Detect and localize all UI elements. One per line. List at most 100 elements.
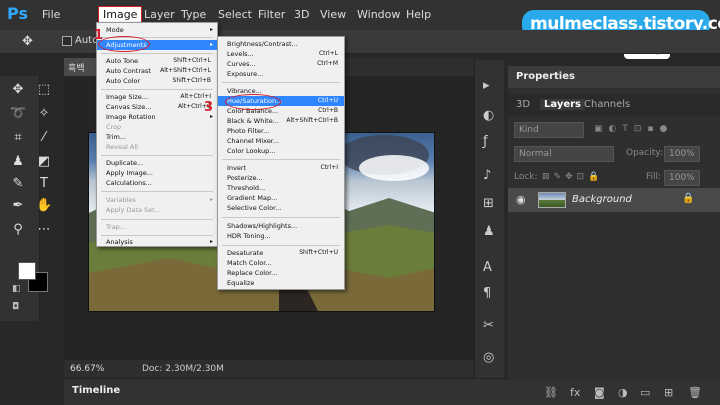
menu-separator (222, 245, 340, 246)
menu-item-curves[interactable]: Curves... Ctrl+M (218, 59, 344, 69)
zoom-icon[interactable]: ⚲ (10, 222, 26, 237)
menu-item-mode[interactable]: Mode ▸ (97, 25, 217, 35)
menu-item-hdr-toning[interactable]: HDR Toning... (218, 231, 344, 241)
menu-item-apply-image[interactable]: Apply Image... (97, 168, 217, 178)
magic-wand-icon[interactable]: ✧ (36, 106, 52, 121)
menu-help[interactable]: Help (406, 8, 431, 21)
fx-icon[interactable]: fx (570, 386, 580, 399)
menu-item-equalize[interactable]: Equalize (218, 278, 344, 288)
move-icon[interactable]: ✥ (10, 82, 26, 97)
eyedropper-icon[interactable]: ⁄ (36, 130, 52, 145)
menu-item-analysis[interactable]: Analysis ▸ (97, 237, 217, 247)
tab-layers[interactable]: Layers (540, 99, 585, 110)
menu-separator (222, 159, 340, 160)
menu-window[interactable]: Window (357, 8, 400, 21)
hand-icon[interactable]: ✋ (36, 198, 52, 213)
clone-source-icon[interactable]: ⊞ (483, 196, 494, 211)
menu-separator (101, 219, 213, 220)
submenu-arrow-icon: ▸ (209, 26, 213, 33)
eraser-icon[interactable]: ◩ (36, 154, 52, 169)
auto-select-checkbox[interactable] (62, 36, 72, 46)
menu-item-invert[interactable]: Invert Ctrl+I (218, 163, 344, 173)
delete-layer-icon[interactable]: 🗑 (688, 386, 702, 399)
document-tab[interactable]: 흑백 (64, 58, 96, 76)
lasso-icon[interactable]: ➰ (10, 106, 26, 121)
menu-item-posterize[interactable]: Posterize... (218, 173, 344, 183)
add-mask-icon[interactable]: ◙ (594, 386, 605, 399)
stamp-icon[interactable]: ♟ (10, 154, 26, 169)
menu-select[interactable]: Select (218, 8, 252, 21)
opacity-value[interactable]: 100% (664, 146, 700, 162)
menu-item-color-lookup[interactable]: Color Lookup... (218, 146, 344, 156)
tab-3d[interactable]: 3D (516, 99, 530, 110)
menu-type[interactable]: Type (181, 8, 206, 21)
fill-value[interactable]: 100% (664, 170, 700, 186)
character-icon[interactable]: A (483, 260, 492, 275)
more-tools-icon[interactable]: ⋯ (36, 222, 52, 237)
menu-item-shadows-highlights[interactable]: Shadows/Highlights... (218, 221, 344, 231)
kind-filter[interactable]: Kind (514, 122, 584, 138)
panel-tabs: 3D Layers Channels (508, 94, 720, 116)
fx-icon[interactable]: ƒ (483, 134, 488, 149)
menu-item-replace-color[interactable]: Replace Color... (218, 268, 344, 278)
link-layers-icon[interactable]: ⛓ (544, 386, 558, 399)
menu-item-channel-mixer[interactable]: Channel Mixer... (218, 136, 344, 146)
history-icon[interactable]: ▸ (483, 78, 490, 93)
menu-item-canvas-size[interactable]: Canvas Size... Alt+Ctrl+C (97, 102, 217, 112)
menu-item-levels[interactable]: Levels... Ctrl+L (218, 49, 344, 59)
menu-item-match-color[interactable]: Match Color... (218, 258, 344, 268)
new-layer-icon[interactable]: ⊞ (664, 386, 673, 399)
layer-row[interactable]: ◉ Background 🔒 (508, 188, 720, 212)
visibility-eye-icon[interactable]: ◉ (516, 193, 526, 206)
menu-item-brightness-contrast[interactable]: Brightness/Contrast... (218, 39, 344, 49)
menu-item-exposure[interactable]: Exposure... (218, 69, 344, 79)
menu-item-reveal-all: Reveal All (106, 143, 138, 151)
default-colors-icon[interactable]: ◧ (12, 284, 21, 294)
menu-filter[interactable]: Filter (258, 8, 285, 21)
libraries-icon[interactable]: ◎ (483, 350, 494, 365)
stamp-source-icon[interactable]: ♟ (483, 224, 495, 239)
menu-item-auto-tone[interactable]: Auto Tone Shift+Ctrl+L (97, 56, 217, 66)
menu-3d[interactable]: 3D (294, 8, 309, 21)
menu-file[interactable]: File (42, 8, 60, 21)
layer-name[interactable]: Background (572, 194, 632, 205)
filter-icons[interactable]: ▣◐T⊡▪● (594, 124, 673, 134)
zoom-level[interactable]: 66.67% (70, 364, 104, 374)
menu-item-photo-filter[interactable]: Photo Filter... (218, 126, 344, 136)
brush-preset-icon[interactable]: ♪ (483, 168, 491, 183)
menu-item-image-size[interactable]: Image Size... Alt+Ctrl+I (97, 92, 217, 102)
quick-mask-icon[interactable]: ◘ (12, 302, 19, 312)
foreground-color-swatch[interactable] (18, 262, 36, 280)
lock-icons[interactable]: ⊠✎✥⊡🔒 (542, 172, 603, 182)
menu-item-gradient-map[interactable]: Gradient Map... (218, 193, 344, 203)
menu-item-black-white[interactable]: Black & White... Alt+Shift+Ctrl+B (218, 116, 344, 126)
menu-item-selective-color[interactable]: Selective Color... (218, 203, 344, 213)
menu-item-auto-color[interactable]: Auto Color Shift+Ctrl+B (97, 76, 217, 86)
menu-item-duplicate[interactable]: Duplicate... (97, 158, 217, 168)
menu-item-auto-contrast[interactable]: Auto Contrast Alt+Shift+Ctrl+L (97, 66, 217, 76)
menu-separator (101, 155, 213, 156)
tab-channels[interactable]: Channels (584, 99, 630, 110)
tools-icon[interactable]: ✂ (483, 318, 494, 333)
menu-layer[interactable]: Layer (144, 8, 175, 21)
menu-item-desaturate[interactable]: Desaturate Shift+Ctrl+U (218, 248, 344, 258)
move-tool-icon[interactable]: ✥ (22, 34, 33, 49)
menu-item-trim[interactable]: Trim... (97, 132, 217, 142)
blend-mode-select[interactable]: Normal (514, 146, 614, 162)
menu-view[interactable]: View (320, 8, 346, 21)
paragraph-icon[interactable]: ¶ (483, 286, 491, 301)
marquee-icon[interactable]: ⬚ (36, 82, 52, 97)
adjustment-layer-icon[interactable]: ◑ (618, 386, 628, 399)
color-icon[interactable]: ◐ (483, 108, 494, 123)
properties-title[interactable]: Properties (516, 71, 575, 82)
crop-icon[interactable]: ⌗ (10, 130, 26, 145)
menu-item-image-rotation[interactable]: Image Rotation ▸ (97, 112, 217, 122)
menu-image[interactable]: Image (98, 6, 143, 23)
pen-icon[interactable]: ✒ (10, 198, 26, 213)
timeline-tab[interactable]: Timeline (72, 385, 120, 396)
brush-icon[interactable]: ✎ (10, 176, 26, 191)
type-icon[interactable]: T (36, 176, 52, 191)
new-group-icon[interactable]: ▭ (640, 386, 650, 399)
menu-item-calculations[interactable]: Calculations... (97, 178, 217, 188)
menu-item-threshold[interactable]: Threshold... (218, 183, 344, 193)
